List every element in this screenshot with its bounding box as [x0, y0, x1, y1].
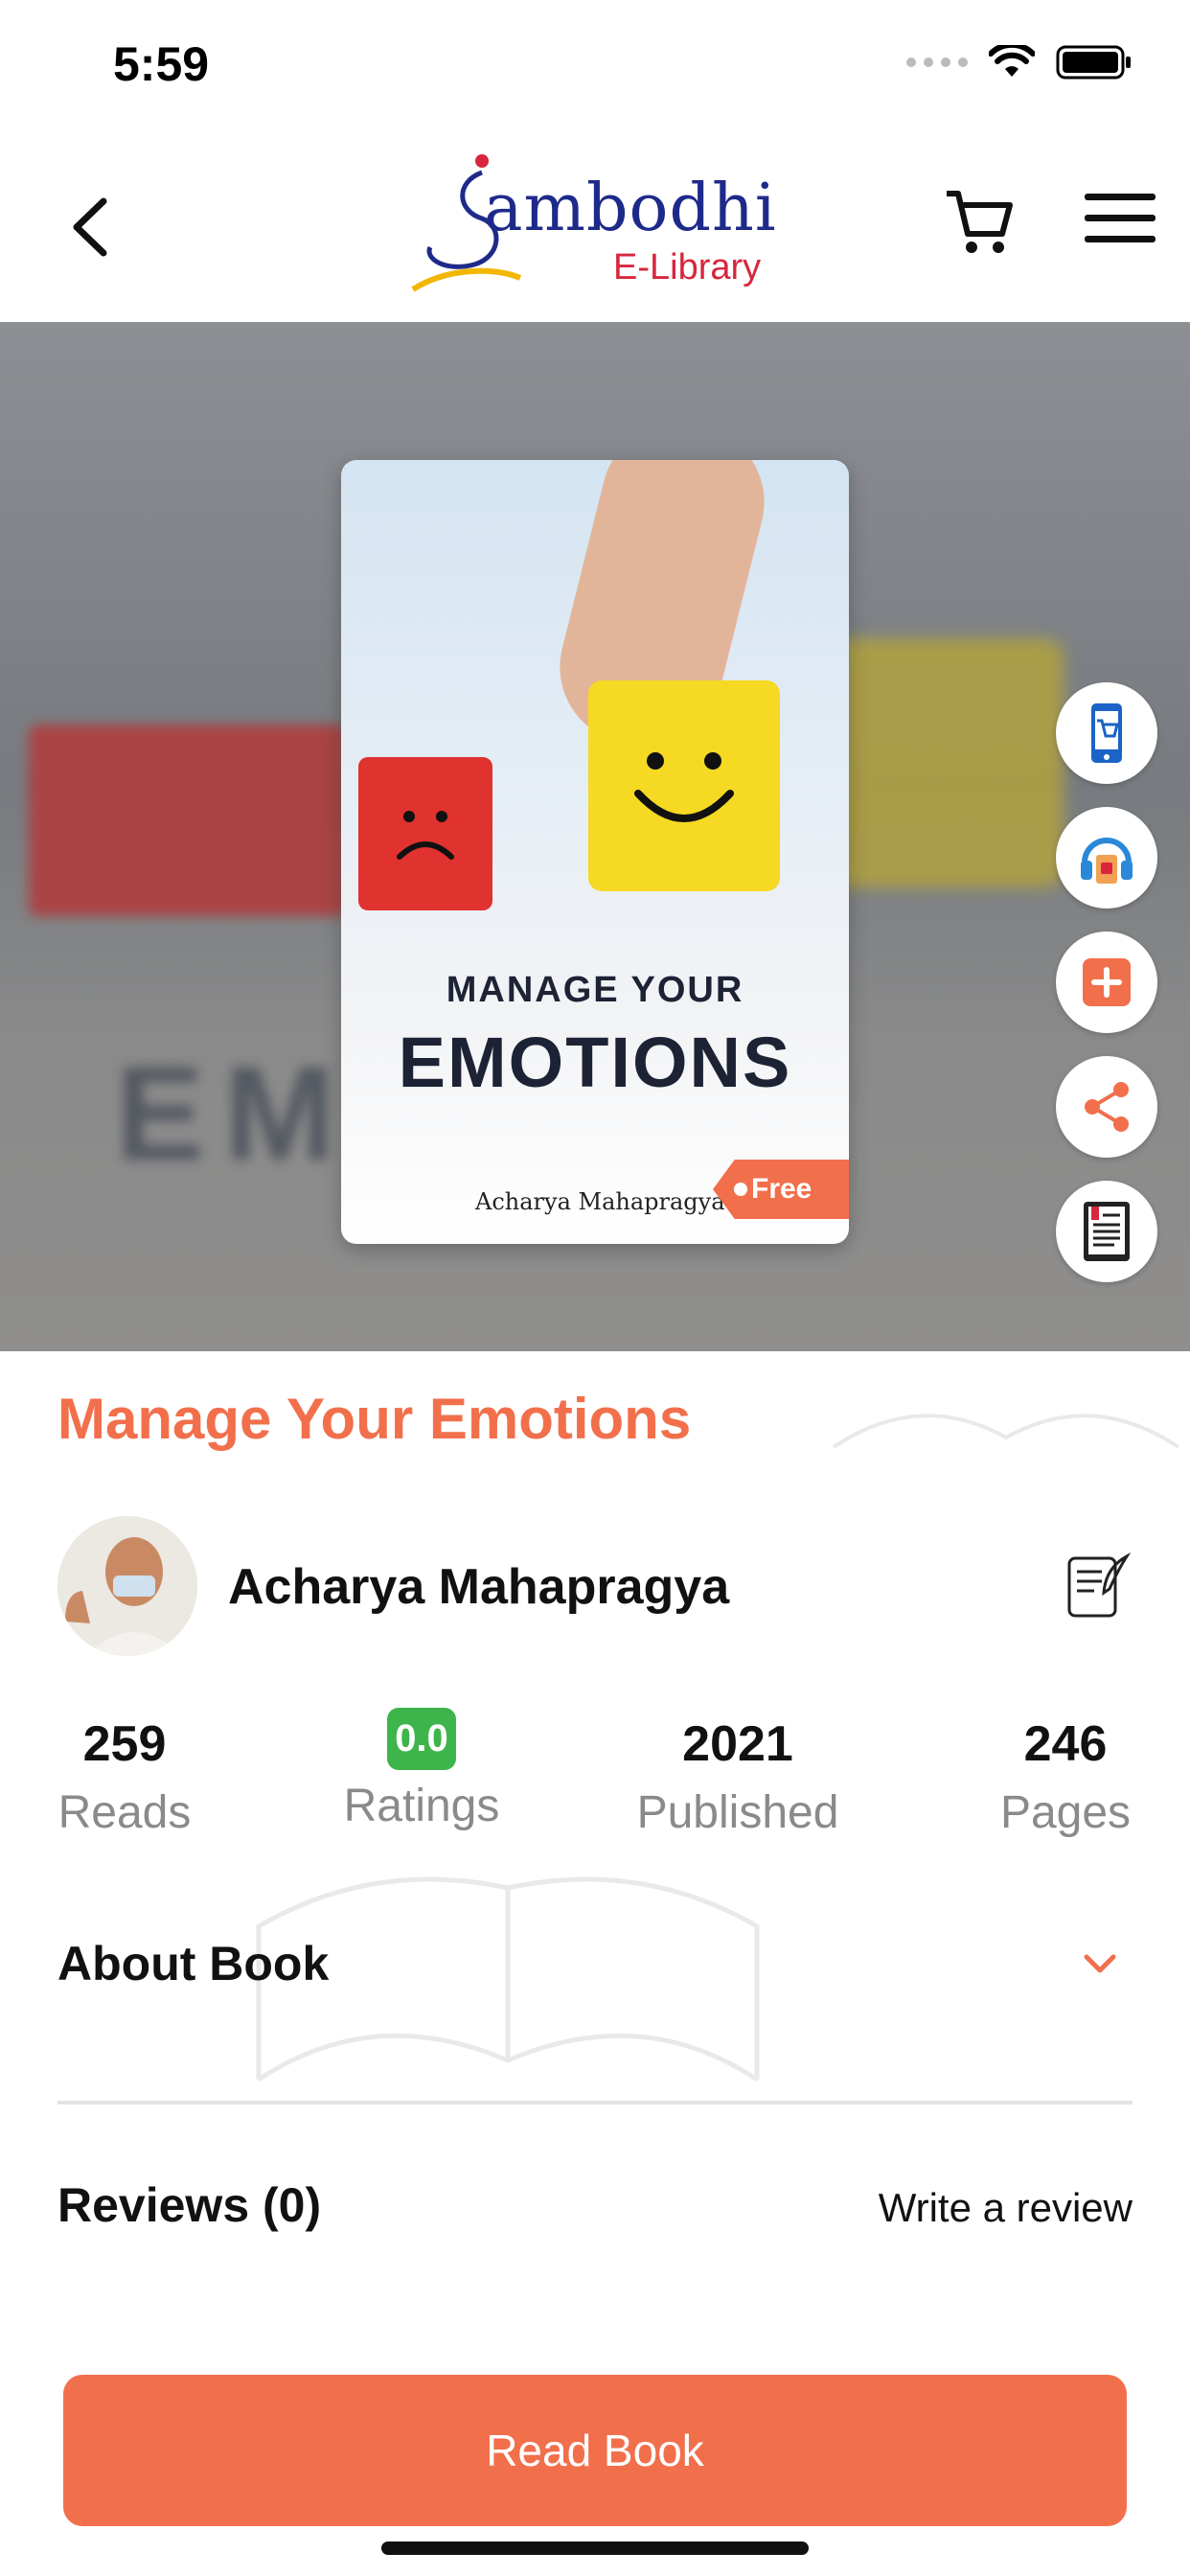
smiley-cube	[588, 680, 780, 891]
free-badge: Free	[713, 1160, 849, 1219]
author-bio-icon[interactable]	[1060, 1551, 1133, 1623]
author-name: Acharya Mahapragya	[228, 1559, 730, 1615]
cart-button[interactable]	[941, 184, 1018, 261]
app-header: ambodhi E-Library	[0, 125, 1190, 322]
headphones-icon	[1081, 838, 1133, 884]
back-button[interactable]	[56, 194, 123, 261]
preview-button[interactable]	[1056, 1181, 1157, 1282]
sambodhi-logo: ambodhi E-Library	[407, 144, 790, 307]
plus-icon	[1083, 958, 1131, 1006]
cover-author: Acharya Mahapragya	[475, 1188, 725, 1215]
hamburger-icon	[1085, 194, 1156, 200]
home-indicator	[381, 2542, 809, 2555]
book-cover[interactable]: MANAGE YOUR EMOTIONS Acharya Mahapragya	[341, 460, 849, 1244]
chevron-left-icon	[73, 197, 107, 257]
logo-subtitle: E-Library	[613, 247, 762, 288]
side-actions	[1056, 682, 1157, 1305]
add-to-library-button[interactable]	[1056, 932, 1157, 1033]
buy-book-button[interactable]	[1056, 682, 1157, 784]
author-avatar	[57, 1516, 197, 1656]
ebook-icon	[1084, 1202, 1130, 1261]
book-stats: 259 Reads 0.0 Ratings 2021 Published 246…	[57, 1708, 1133, 1869]
cover-title-line2: EMOTIONS	[398, 1023, 792, 1102]
scroll-quill-icon	[1067, 1552, 1132, 1618]
wifi-icon	[989, 45, 1035, 77]
book-hero: EM NS MANAGE YOUR EMOTIONS Acharya Mahap…	[0, 322, 1190, 1351]
battery-icon	[1056, 45, 1131, 80]
write-review-link[interactable]: Write a review	[879, 2185, 1133, 2231]
audiobook-button[interactable]	[1056, 807, 1157, 908]
cover-title-line1: MANAGE YOUR	[446, 970, 744, 1010]
sad-cube	[358, 757, 492, 910]
cart-icon	[947, 191, 1013, 253]
book-title: Manage Your Emotions	[57, 1387, 692, 1451]
phone-cart-icon	[1091, 703, 1122, 763]
about-book-title: About Book	[57, 1937, 330, 1990]
hero-background	[29, 724, 345, 916]
stat-ratings[interactable]: 0.0 Ratings	[326, 1708, 517, 1832]
divider	[57, 2101, 1133, 2104]
chevron-down-icon[interactable]	[1081, 1945, 1119, 1984]
logo-text: ambodhi	[484, 171, 777, 246]
read-book-button[interactable]: Read Book	[63, 2375, 1127, 2526]
reviews-section: Reviews (0) Write a review	[57, 2177, 1133, 2254]
rating-badge: 0.0	[387, 1708, 456, 1770]
author-row[interactable]: Acharya Mahapragya	[57, 1516, 1133, 1656]
stat-pages: 246 Pages	[999, 1716, 1132, 1838]
about-book-section[interactable]: About Book	[57, 1936, 1133, 2032]
menu-button[interactable]	[1085, 194, 1156, 251]
share-button[interactable]	[1056, 1056, 1157, 1158]
status-icons	[906, 44, 1133, 80]
status-bar: 5:59	[0, 0, 1190, 125]
share-icon	[1085, 1082, 1129, 1132]
stat-reads: 259 Reads	[57, 1716, 192, 1838]
book-sketch-icon	[832, 1414, 1180, 1449]
book-details: Manage Your Emotions Acharya Mahapragya …	[0, 1351, 1190, 2576]
status-time: 5:59	[113, 37, 210, 91]
signal-icon	[906, 58, 968, 67]
stat-published: 2021 Published	[636, 1716, 839, 1838]
